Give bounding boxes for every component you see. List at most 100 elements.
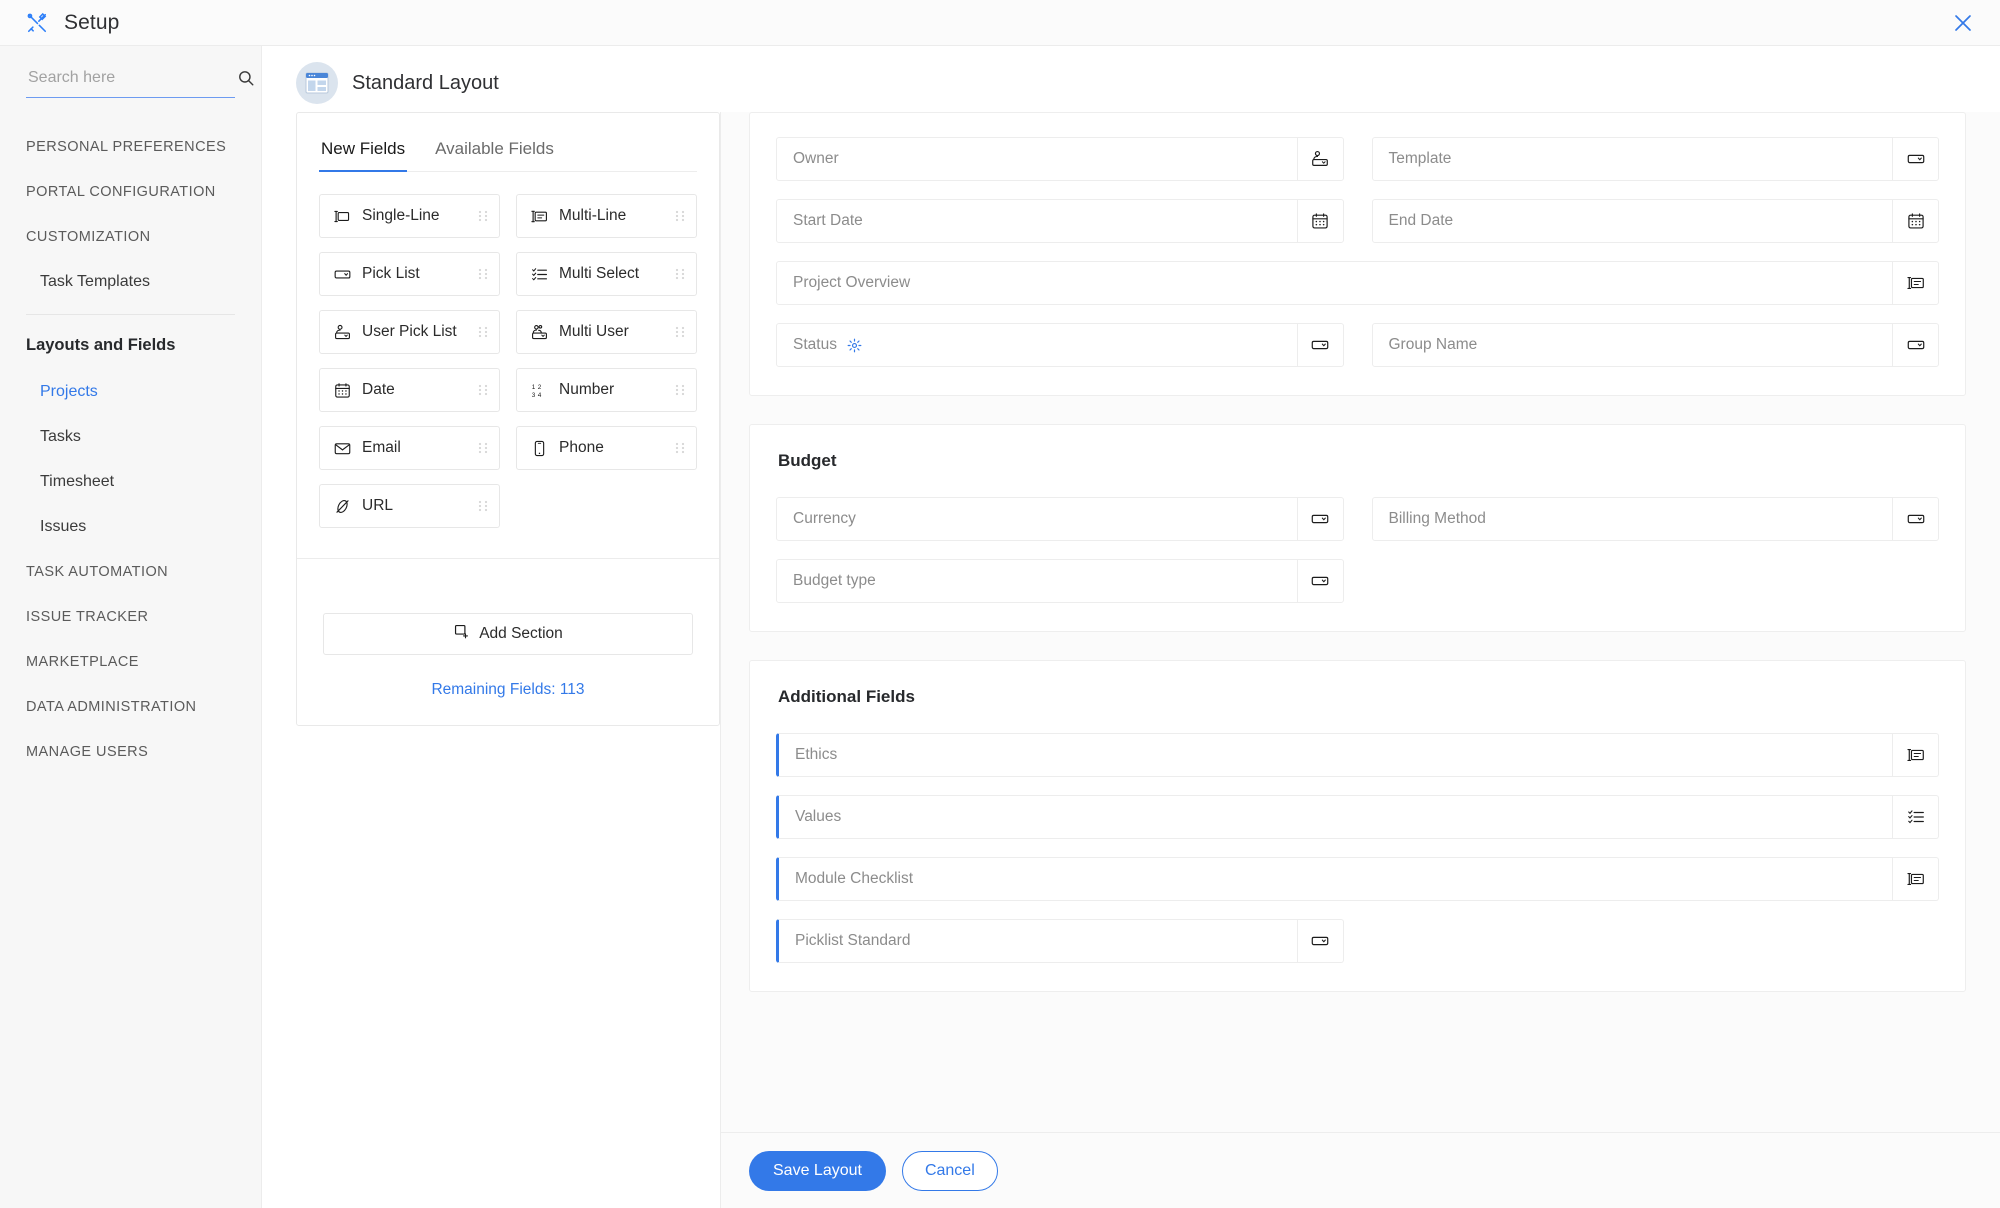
field-label: Module Checklist [779,870,1892,888]
field-type-label: URL [362,497,467,515]
form-field-budget-type[interactable]: Budget type [776,559,1344,603]
field-type-label: Date [362,381,467,399]
field-label: Owner [777,150,1297,168]
field-type-chip[interactable]: URL [319,484,500,528]
field-type-chip[interactable]: Phone [516,426,697,470]
drag-handle-icon[interactable] [477,441,489,455]
field-label: Values [779,808,1892,826]
form-field-currency[interactable]: Currency [776,497,1344,541]
form-field-billing-method[interactable]: Billing Method [1372,497,1940,541]
search-input[interactable] [26,68,237,88]
field-type-chip[interactable]: Email [319,426,500,470]
drag-handle-icon[interactable] [477,499,489,513]
form-field-group-name[interactable]: Group Name [1372,323,1940,367]
multi-line-icon [1892,858,1938,900]
layout-icon [296,62,338,104]
layout-header: Standard Layout [262,46,2000,112]
field-type-label: Phone [559,439,664,457]
tab-new-fields[interactable]: New Fields [319,133,407,171]
form-field-module-checklist[interactable]: Module Checklist [776,857,1939,901]
tab-available-fields[interactable]: Available Fields [433,133,556,171]
sidebar-item-projects[interactable]: Projects [0,369,261,414]
field-label: Ethics [779,746,1892,764]
page-title: Setup [64,11,119,35]
field-label: Currency [777,510,1297,528]
svg-text:1: 1 [532,384,536,391]
search-icon[interactable] [237,69,255,87]
field-label: Start Date [777,212,1297,230]
add-section-button[interactable]: Add Section [323,613,693,655]
form-field-project-overview[interactable]: Project Overview [776,261,1939,305]
sidebar-item-manage-users[interactable]: MANAGE USERS [0,729,261,774]
sidebar-item-data-administration[interactable]: DATA ADMINISTRATION [0,684,261,729]
section-field-grid: Currency Billing Method [776,497,1939,603]
multi-user-icon [530,323,549,342]
field-label-text: Status [793,336,837,354]
drag-handle-icon[interactable] [477,383,489,397]
sidebar-item-personal-preferences[interactable]: PERSONAL PREFERENCES [0,124,261,169]
sidebar-item-portal-configuration[interactable]: PORTAL CONFIGURATION [0,169,261,214]
palette-tabs: New Fields Available Fields [319,133,697,172]
pick-list-icon [1297,324,1343,366]
pick-list-icon [1297,498,1343,540]
field-label: Group Name [1373,336,1893,354]
sidebar-item-issues[interactable]: Issues [0,504,261,549]
field-type-chip[interactable]: Multi User [516,310,697,354]
field-type-chip[interactable]: Multi-Line [516,194,697,238]
field-type-chip[interactable]: 1 2 3 4 Number [516,368,697,412]
save-layout-button[interactable]: Save Layout [749,1151,886,1191]
field-type-label: Multi User [559,323,664,341]
field-label: Status [777,336,1297,354]
field-type-label: Single-Line [362,207,467,225]
multi-line-icon [530,207,549,226]
phone-icon [530,439,549,458]
field-type-chip[interactable]: Pick List [319,252,500,296]
field-type-chip[interactable]: User Pick List [319,310,500,354]
sidebar-item-layouts-and-fields[interactable]: Layouts and Fields [0,321,261,369]
form-field-owner[interactable]: Owner [776,137,1344,181]
form-field-start-date[interactable]: Start Date [776,199,1344,243]
sidebar-item-tasks[interactable]: Tasks [0,414,261,459]
pick-list-icon [1892,498,1938,540]
field-label: End Date [1373,212,1893,230]
sidebar-item-issue-tracker[interactable]: ISSUE TRACKER [0,594,261,639]
field-label: Picklist Standard [779,932,1297,950]
field-type-chip[interactable]: Multi Select [516,252,697,296]
sidebar-item-timesheet[interactable]: Timesheet [0,459,261,504]
field-type-label: Pick List [362,265,467,283]
field-label: Billing Method [1373,510,1893,528]
single-line-icon [333,207,352,226]
sidebar-item-task-automation[interactable]: TASK AUTOMATION [0,549,261,594]
form-field-template[interactable]: Template [1372,137,1940,181]
form-field-status[interactable]: Status [776,323,1344,367]
remaining-fields-link[interactable]: Remaining Fields: 113 [323,681,693,699]
pick-list-icon [1297,560,1343,602]
sidebar-item-marketplace[interactable]: MARKETPLACE [0,639,261,684]
calendar-icon [333,381,352,400]
sidebar-item-customization[interactable]: CUSTOMIZATION [0,214,261,259]
drag-handle-icon[interactable] [674,325,686,339]
section-field-grid: Owner Template [776,137,1939,367]
field-type-chip[interactable]: Date [319,368,500,412]
field-label: Template [1373,150,1893,168]
drag-handle-icon[interactable] [674,441,686,455]
form-field-ethics[interactable]: Ethics [776,733,1939,777]
field-type-label: Multi-Line [559,207,664,225]
close-icon[interactable] [1950,10,1976,36]
tools-icon [26,12,48,34]
drag-handle-icon[interactable] [674,209,686,223]
form-field-end-date[interactable]: End Date [1372,199,1940,243]
field-type-chip[interactable]: Single-Line [319,194,500,238]
gear-icon[interactable] [847,338,862,353]
form-field-picklist-standard[interactable]: Picklist Standard [776,919,1344,963]
drag-handle-icon[interactable] [674,383,686,397]
drag-handle-icon[interactable] [674,267,686,281]
drag-handle-icon[interactable] [477,267,489,281]
drag-handle-icon[interactable] [477,209,489,223]
sidebar-item-task-templates[interactable]: Task Templates [0,259,261,304]
form-field-values[interactable]: Values [776,795,1939,839]
search-row [26,68,235,98]
cancel-button[interactable]: Cancel [902,1151,998,1191]
drag-handle-icon[interactable] [477,325,489,339]
topbar-left: Setup [26,11,119,35]
